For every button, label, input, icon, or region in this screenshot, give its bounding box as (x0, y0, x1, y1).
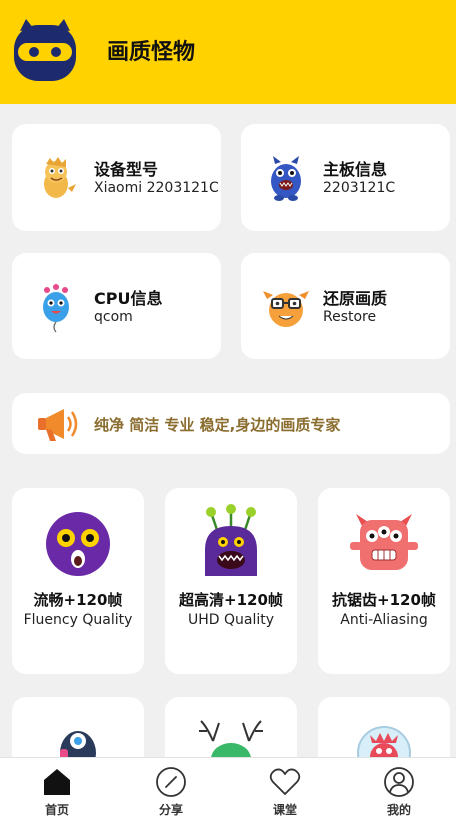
nav-item-mine[interactable]: 我的 (342, 758, 456, 818)
nav-label-mine: 我的 (386, 803, 411, 817)
bottom-nav: 首页 分享 课堂 我的 (0, 757, 456, 818)
uhd-mode-title: 超高清+120帧 (179, 591, 283, 609)
red-three-eye-monster-icon (350, 514, 418, 570)
restore-quality-title: 还原画质 (323, 289, 388, 308)
heart-icon (269, 768, 301, 795)
device-model-value: Xiaomi 2203121C (94, 180, 219, 196)
slogan-text: 纯净 简洁 专业 稳定,身边的画质专家 (94, 416, 341, 434)
cpu-info-value: qcom (94, 309, 133, 325)
restore-quality-value: Restore (323, 309, 377, 325)
yellow-dragon-monster-icon (44, 157, 76, 198)
app-title: 画质怪物 (107, 40, 196, 65)
orange-glasses-monster-icon (263, 291, 309, 327)
nav-label-share: 分享 (158, 803, 183, 817)
fluency-mode-title: 流畅+120帧 (33, 591, 123, 609)
nav-label-classroom: 课堂 (272, 803, 297, 817)
ninja-monster-logo-icon (14, 19, 76, 81)
anti-aliasing-mode-subtitle: Anti-Aliasing (340, 612, 428, 628)
cpu-info-card[interactable]: CPU信息 qcom (12, 253, 221, 359)
fluency-mode-subtitle: Fluency Quality (23, 612, 133, 628)
fluency-mode-card[interactable]: 流畅+120帧 Fluency Quality (12, 488, 144, 674)
anti-aliasing-mode-title: 抗锯齿+120帧 (332, 591, 436, 609)
cpu-info-title: CPU信息 (94, 289, 163, 308)
uhd-mode-subtitle: UHD Quality (187, 612, 275, 628)
purple-antenna-monster-icon (205, 504, 257, 576)
nav-item-home[interactable]: 首页 (0, 758, 114, 818)
device-model-title: 设备型号 (94, 160, 159, 179)
app-header: 画质怪物 (0, 0, 456, 104)
blue-monster-icon (271, 156, 301, 201)
board-info-title: 主板信息 (323, 160, 388, 179)
nav-label-home: 首页 (44, 803, 69, 817)
compass-icon (156, 767, 186, 797)
restore-quality-card[interactable]: 还原画质 Restore (241, 253, 450, 359)
board-info-value: 2203121C (323, 180, 396, 196)
board-info-card[interactable]: 主板信息 2203121C (241, 124, 450, 231)
megaphone-icon (38, 409, 78, 441)
device-model-card[interactable]: 设备型号 Xiaomi 2203121C (12, 124, 221, 231)
anti-aliasing-mode-card[interactable]: 抗锯齿+120帧 Anti-Aliasing (318, 488, 450, 674)
balloon-monster-icon (43, 284, 69, 333)
nav-item-share[interactable]: 分享 (114, 758, 228, 818)
home-icon (44, 769, 70, 795)
user-icon (384, 767, 414, 797)
uhd-mode-card[interactable]: 超高清+120帧 UHD Quality (165, 488, 297, 674)
purple-round-monster-icon (46, 512, 110, 576)
nav-item-classroom[interactable]: 课堂 (228, 758, 342, 818)
slogan-banner: 纯净 简洁 专业 稳定,身边的画质专家 (12, 393, 450, 454)
